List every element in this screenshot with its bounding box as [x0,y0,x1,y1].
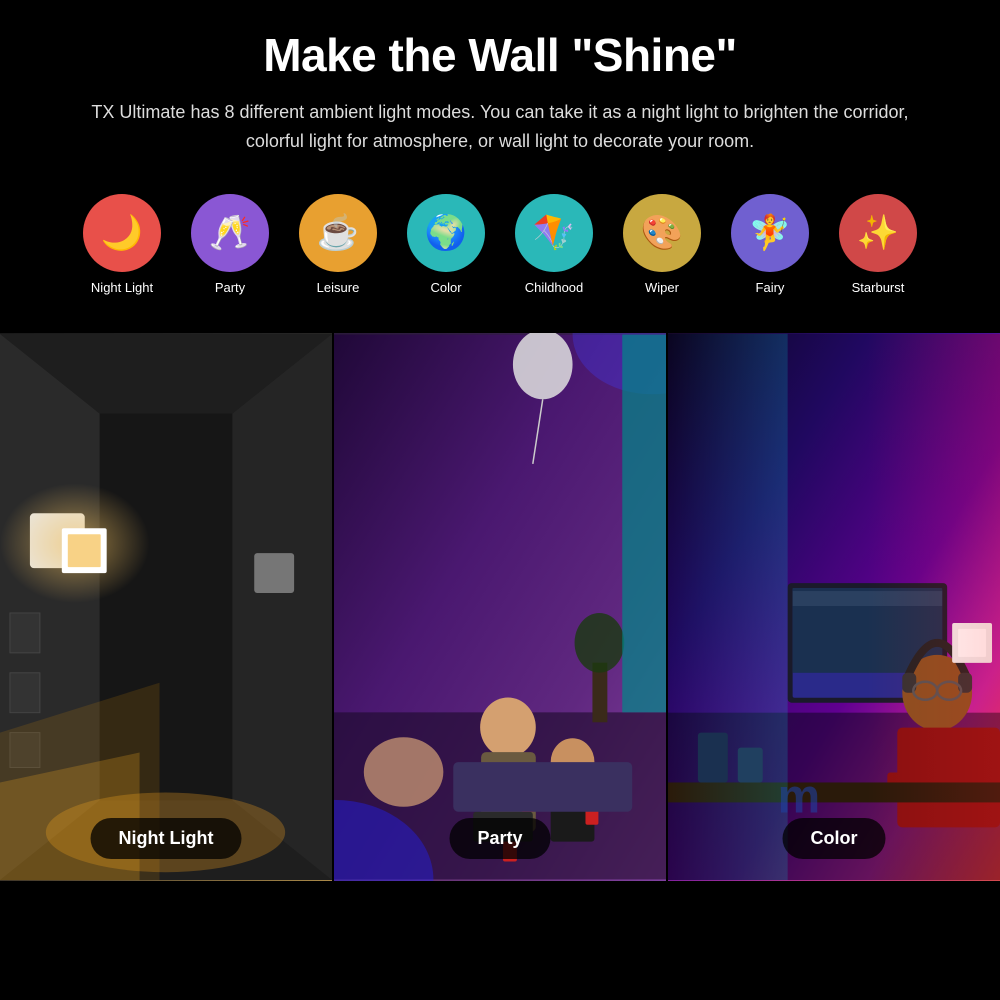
party-bg [334,333,666,881]
svg-text:m: m [778,770,821,823]
icon-item-color[interactable]: 🌍 Color [392,194,500,295]
photos-section: Night Light [0,333,1000,881]
wiper-icon-circle: 🎨 [623,194,701,272]
icon-item-wiper[interactable]: 🎨 Wiper [608,194,716,295]
fairy-icon-circle: 🧚 [731,194,809,272]
color-label: Color [783,818,886,859]
party-panel: Party [332,333,666,881]
color-icon-label: Color [430,280,461,295]
party-icon-circle: 🥂 [191,194,269,272]
night-light-icon-circle: 🌙 [83,194,161,272]
wiper-icon-label: Wiper [645,280,679,295]
icon-item-childhood[interactable]: 🪁 Childhood [500,194,608,295]
starburst-icon-label: Starburst [852,280,905,295]
party-icon-label: Party [215,280,245,295]
starburst-icon-circle: ✨ [839,194,917,272]
icon-item-night-light[interactable]: 🌙 Night Light [68,194,176,295]
color-panel: m [666,333,1000,881]
night-light-bg [0,333,332,881]
icon-item-party[interactable]: 🥂 Party [176,194,284,295]
icon-item-fairy[interactable]: 🧚 Fairy [716,194,824,295]
icon-item-leisure[interactable]: ☕ Leisure [284,194,392,295]
icon-item-starburst[interactable]: ✨ Starburst [824,194,932,295]
party-label: Party [449,818,550,859]
main-title: Make the Wall "Shine" [60,28,940,82]
night-light-panel: Night Light [0,333,332,881]
leisure-icon-label: Leisure [317,280,360,295]
night-light-icon-label: Night Light [91,280,153,295]
color-icon-circle: 🌍 [407,194,485,272]
top-section: Make the Wall "Shine" TX Ultimate has 8 … [0,0,1000,333]
icons-row: 🌙 Night Light 🥂 Party ☕ Leisure 🌍 Color 🪁 Childho… [60,184,940,313]
childhood-icon-circle: 🪁 [515,194,593,272]
night-light-label: Night Light [91,818,242,859]
childhood-icon-label: Childhood [525,280,584,295]
color-bg: m [668,333,1000,881]
fairy-icon-label: Fairy [756,280,785,295]
leisure-icon-circle: ☕ [299,194,377,272]
subtitle: TX Ultimate has 8 different ambient ligh… [90,98,910,156]
